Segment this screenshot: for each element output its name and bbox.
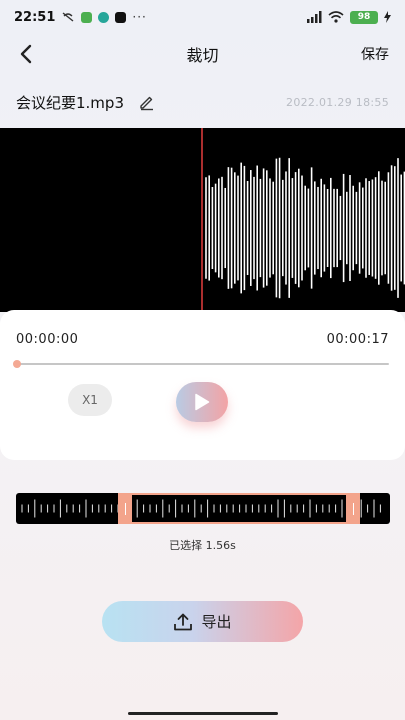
nav-bar: 裁切 保存 (0, 34, 405, 74)
total-time: 00:00:17 (326, 332, 389, 347)
trim-end-handle[interactable] (346, 493, 360, 524)
charging-icon (384, 11, 391, 23)
handle-grip (352, 502, 354, 515)
play-icon (195, 393, 210, 411)
handle-grip (124, 502, 126, 515)
edit-icon[interactable] (138, 93, 156, 111)
progress-slider[interactable] (13, 360, 389, 368)
progress-thumb[interactable] (13, 360, 21, 368)
page-title: 裁切 (186, 46, 219, 65)
upload-icon (174, 613, 193, 630)
signal-icon (307, 11, 322, 23)
app-notification-icon (98, 11, 110, 23)
export-label: 导出 (201, 613, 232, 631)
back-button[interactable] (12, 40, 40, 68)
save-button[interactable]: 保存 (361, 44, 389, 64)
play-button[interactable] (176, 382, 228, 422)
export-button[interactable]: 导出 (102, 601, 303, 642)
status-time: 22:51 (14, 9, 56, 25)
trim-start-handle[interactable] (118, 493, 132, 524)
trim-timeline[interactable] (16, 493, 390, 524)
more-notifications-icon: ··· (132, 10, 147, 24)
waveform (201, 128, 405, 312)
file-info: 会议纪要1.mp3 2022.01.29 18:55 (16, 88, 389, 116)
current-time: 00:00:00 (16, 332, 79, 347)
home-indicator (128, 712, 278, 715)
app-notification-icon (81, 11, 93, 23)
status-notification-icons: ··· (61, 10, 146, 24)
selection-range (118, 493, 360, 524)
mute-icon (62, 12, 74, 22)
status-system-icons: 98 (306, 10, 391, 24)
file-date: 2022.01.29 18:55 (286, 95, 389, 109)
status-bar: 22:51 ··· 98 (0, 0, 405, 34)
speed-button[interactable]: X1 (68, 384, 112, 416)
player-card: 00:00:00 00:00:17 X1 (0, 310, 405, 460)
chevron-left-icon (20, 44, 32, 64)
file-name: 会议纪要1.mp3 (16, 93, 124, 112)
wifi-icon (328, 11, 344, 23)
selected-duration: 已选择 1.56s (169, 539, 236, 552)
waveform-view[interactable] (0, 128, 405, 312)
battery-icon: 98 (350, 10, 378, 24)
tiktok-icon (115, 11, 127, 23)
